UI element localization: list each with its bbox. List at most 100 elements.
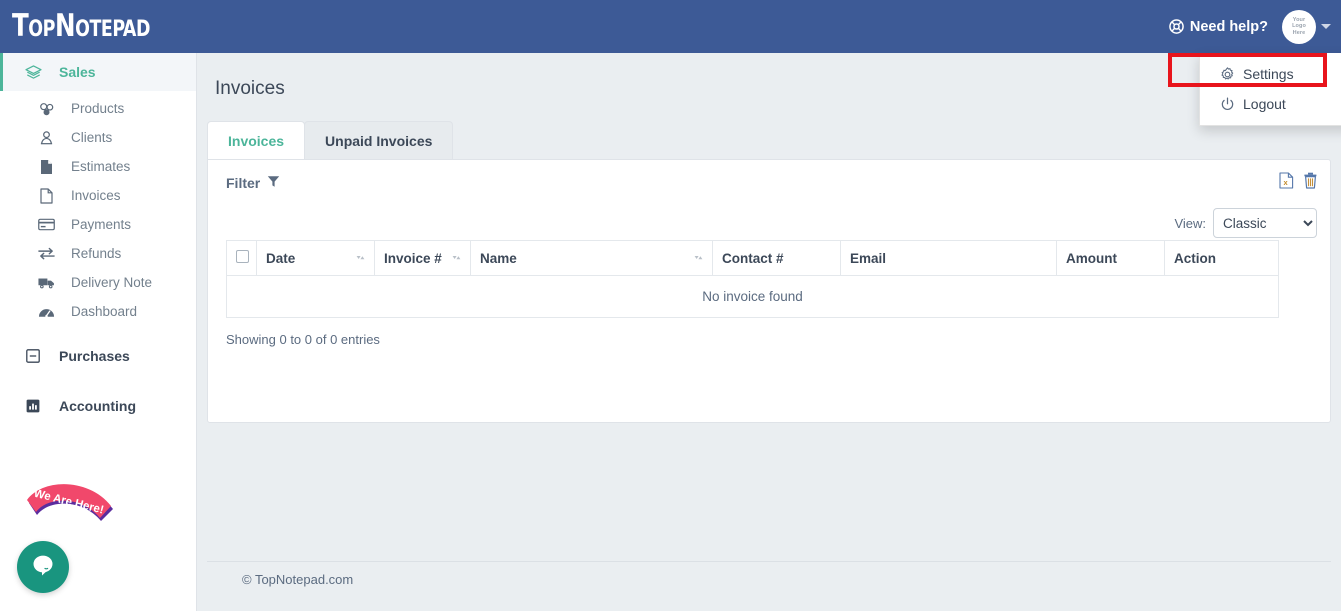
table-empty-row: No invoice found [226,275,1279,318]
th-date-label: Date [266,250,296,266]
gear-icon [1220,66,1235,82]
file-filled-icon [38,159,55,175]
truck-icon [38,276,55,290]
th-email[interactable]: Email [840,240,1057,276]
app-root: TopNotepad Need help? Your Logo Here Set… [0,0,1341,611]
sidebar-group-accounting[interactable]: Accounting [0,387,196,425]
view-select[interactable]: Classic [1213,208,1317,238]
sidebar-group-purchases-label: Purchases [59,348,130,364]
exchange-icon [38,247,55,260]
sidebar-item-delivery-note-label: Delivery Note [71,275,153,290]
minus-square-icon [24,349,42,363]
table-tools: x [1279,172,1318,194]
sidebar-item-dashboard[interactable]: Dashboard [0,297,196,326]
credit-card-icon [38,218,55,231]
table-header-row: Date Invoice # Name Contact # Email Amou… [226,240,1279,276]
th-amount[interactable]: Amount [1056,240,1165,276]
filter-button[interactable]: Filter [226,175,280,191]
need-help-button[interactable]: Need help? [1169,19,1268,35]
chat-widget: We Are Here! [17,483,137,593]
th-contact-number[interactable]: Contact # [712,240,841,276]
sidebar-group-sales[interactable]: Sales [0,53,196,91]
sort-icon [452,251,461,266]
need-help-label: Need help? [1189,18,1268,35]
avatar[interactable]: Your Logo Here [1282,9,1316,44]
header-actions: Need help? Your Logo Here [1169,0,1331,53]
view-label: View: [1174,215,1206,231]
sidebar-item-products[interactable]: Products [0,94,196,123]
th-invoice-number-label: Invoice # [384,250,442,266]
app-logo[interactable]: TopNotepad [12,8,150,44]
power-icon [1220,97,1235,112]
invoices-panel: Filter x View: Classic Date Invoice # Na… [207,159,1331,423]
th-name-label: Name [480,250,517,266]
th-select-all[interactable] [226,240,257,276]
sidebar-item-payments[interactable]: Payments [0,210,196,239]
entries-summary: Showing 0 to 0 of 0 entries [226,332,380,347]
trash-icon[interactable] [1303,172,1318,194]
user-menu-toggle[interactable]: Your Logo Here [1282,9,1331,44]
th-action[interactable]: Action [1164,240,1279,276]
sidebar-group-accounting-label: Accounting [59,398,136,414]
footer-copyright: © TopNotepad.com [242,572,354,587]
sidebar-item-refunds[interactable]: Refunds [0,239,196,268]
sidebar-item-clients[interactable]: Clients [0,123,196,152]
caret-down-icon[interactable] [1321,24,1331,29]
panel-toolbar: Filter x [208,160,1330,206]
lifebuoy-icon [1169,19,1184,34]
chat-banner: We Are Here! [23,483,123,546]
invoices-table-head: Date Invoice # Name Contact # Email Amou… [226,240,1279,276]
sidebar-item-clients-label: Clients [71,130,113,145]
menu-item-logout[interactable]: Logout [1200,89,1341,119]
sort-icon [356,251,365,266]
sidebar-item-invoices[interactable]: Invoices [0,181,196,210]
file-outline-icon [38,187,55,204]
svg-text:x: x [1284,178,1289,187]
sidebar-item-dashboard-label: Dashboard [71,304,138,319]
cubes-icon [38,102,55,116]
sidebar-item-delivery-note[interactable]: Delivery Note [0,268,196,297]
chat-launcher-button[interactable] [17,541,69,593]
tab-bar: Invoices Unpaid Invoices [207,121,1341,159]
bar-chart-icon [24,399,42,413]
sidebar-group-sales-label: Sales [59,64,96,80]
sidebar-item-estimates[interactable]: Estimates [0,152,196,181]
sidebar: Sales Products Clients Estimates Invoice… [0,53,197,611]
invoices-table: Date Invoice # Name Contact # Email Amou… [226,240,1279,318]
sidebar-item-products-label: Products [71,101,125,116]
layers-icon [24,64,42,80]
filter-label: Filter [226,175,261,191]
sidebar-item-refunds-label: Refunds [71,246,122,261]
avatar-line-3: Here [1292,29,1306,36]
tab-unpaid-invoices[interactable]: Unpaid Invoices [304,121,454,159]
menu-item-settings[interactable]: Settings [1200,59,1341,89]
top-header-bar: TopNotepad Need help? Your Logo Here [0,0,1341,53]
sidebar-item-payments-label: Payments [71,217,132,232]
chat-bubble-icon [30,553,56,582]
funnel-icon [267,175,280,191]
th-invoice-number[interactable]: Invoice # [374,240,471,276]
invoices-table-body: No invoice found [226,275,1279,318]
sidebar-sales-items: Products Clients Estimates Invoices Paym… [0,91,196,326]
sidebar-item-invoices-label: Invoices [71,188,121,203]
tab-invoices[interactable]: Invoices [207,121,306,159]
sort-icon [694,251,703,266]
empty-message: No invoice found [226,275,1279,318]
excel-export-icon[interactable]: x [1279,172,1294,194]
sidebar-group-purchases[interactable]: Purchases [0,337,196,375]
user-dropdown-menu: Settings Logout [1199,53,1341,126]
user-icon [38,130,55,145]
select-all-checkbox[interactable] [236,250,249,263]
sidebar-item-estimates-label: Estimates [71,159,131,174]
th-name[interactable]: Name [470,240,713,276]
view-selector-row: View: Classic [208,206,1330,240]
tab-unpaid-invoices-label: Unpaid Invoices [325,132,433,149]
menu-item-settings-label: Settings [1243,66,1294,82]
main-content: Invoices Invoices Unpaid Invoices Filter [197,53,1341,611]
th-date[interactable]: Date [256,240,375,276]
tab-invoices-label: Invoices [228,132,285,149]
tachometer-icon [38,305,55,319]
footer-divider [207,561,1331,562]
